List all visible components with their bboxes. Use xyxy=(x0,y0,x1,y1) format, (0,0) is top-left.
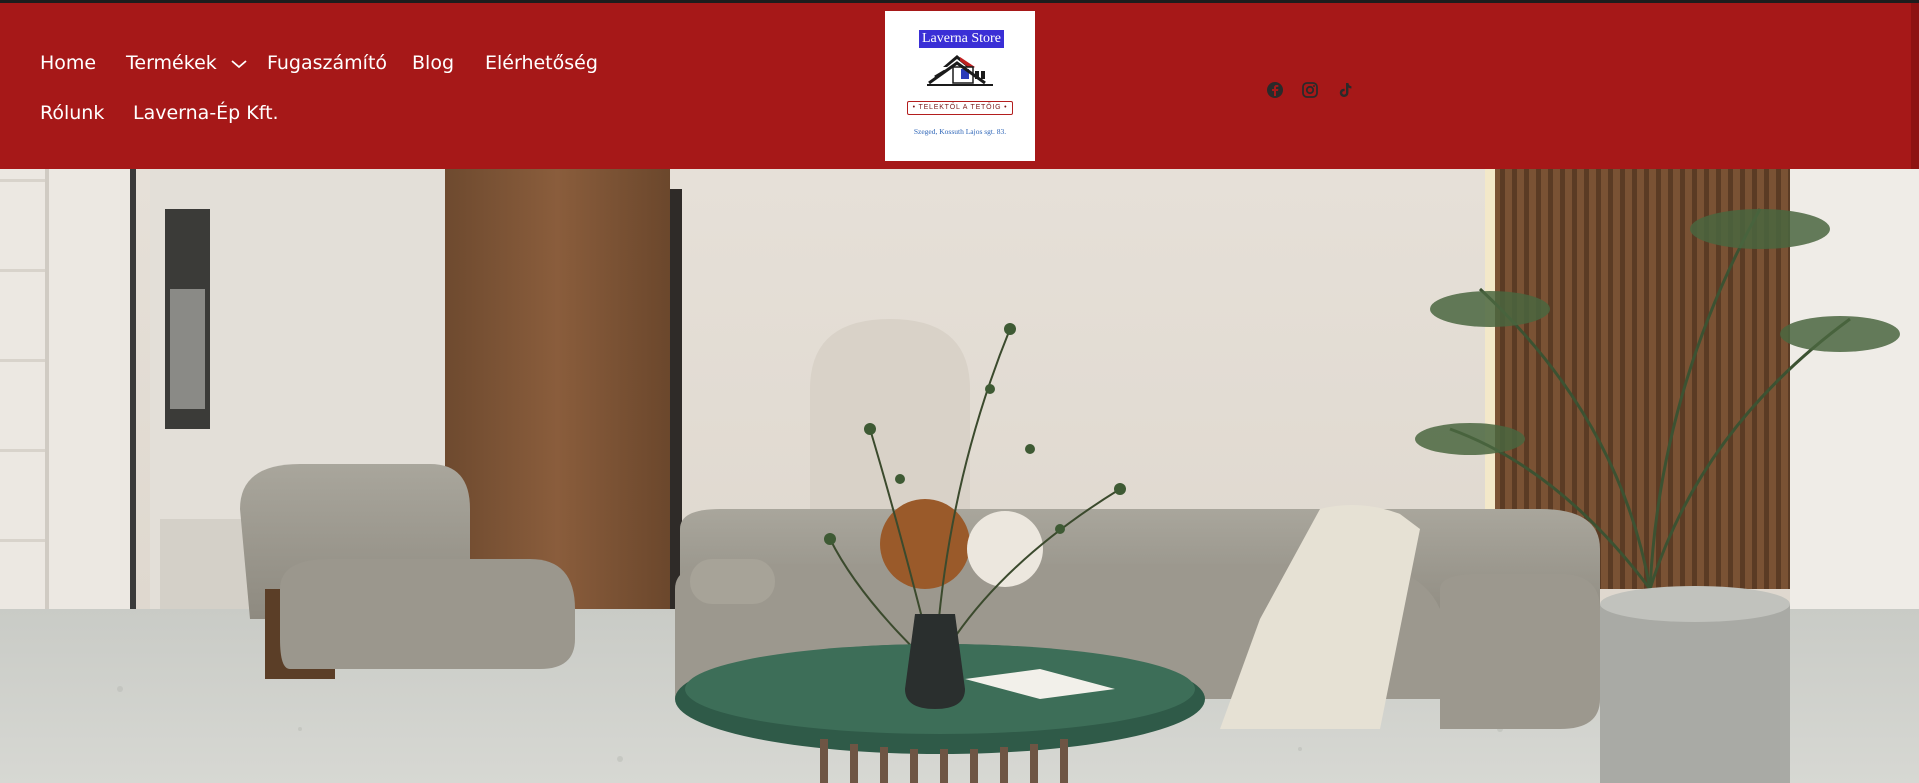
nav-blog[interactable]: Blog xyxy=(412,52,454,74)
logo-motto: • TELEKTŐL A TETŐIG • xyxy=(907,101,1013,115)
nav-termekek-label: Termékek xyxy=(126,52,217,74)
site-logo[interactable]: Laverna Store • TELEKTŐL A TETŐIG • Szeg… xyxy=(885,11,1035,161)
site-header: Home Termékek Fugaszámító Blog Elérhetős… xyxy=(0,3,1919,169)
house-logo-icon xyxy=(927,55,993,86)
logo-title: Laverna Store xyxy=(919,30,1004,48)
instagram-icon[interactable] xyxy=(1301,81,1319,99)
nav-fugaszamito[interactable]: Fugaszámító xyxy=(267,52,387,74)
nav-elerhetoseg[interactable]: Elérhetőség xyxy=(485,52,598,74)
nav-termekek[interactable]: Termékek xyxy=(126,52,247,74)
hero-image-living-room xyxy=(0,169,1919,783)
logo-address: Szeged, Kossuth Lajos sgt. 83. xyxy=(913,127,1007,136)
living-room-illustration xyxy=(0,169,1919,783)
page-scrollbar[interactable] xyxy=(1911,3,1919,169)
nav-home[interactable]: Home xyxy=(40,52,96,74)
tiktok-icon[interactable] xyxy=(1336,81,1354,99)
nav-rolunk[interactable]: Rólunk xyxy=(40,102,104,124)
chevron-down-icon xyxy=(231,59,247,68)
facebook-icon[interactable] xyxy=(1266,81,1284,99)
nav-laverna-ep[interactable]: Laverna-Ép Kft. xyxy=(133,102,279,124)
